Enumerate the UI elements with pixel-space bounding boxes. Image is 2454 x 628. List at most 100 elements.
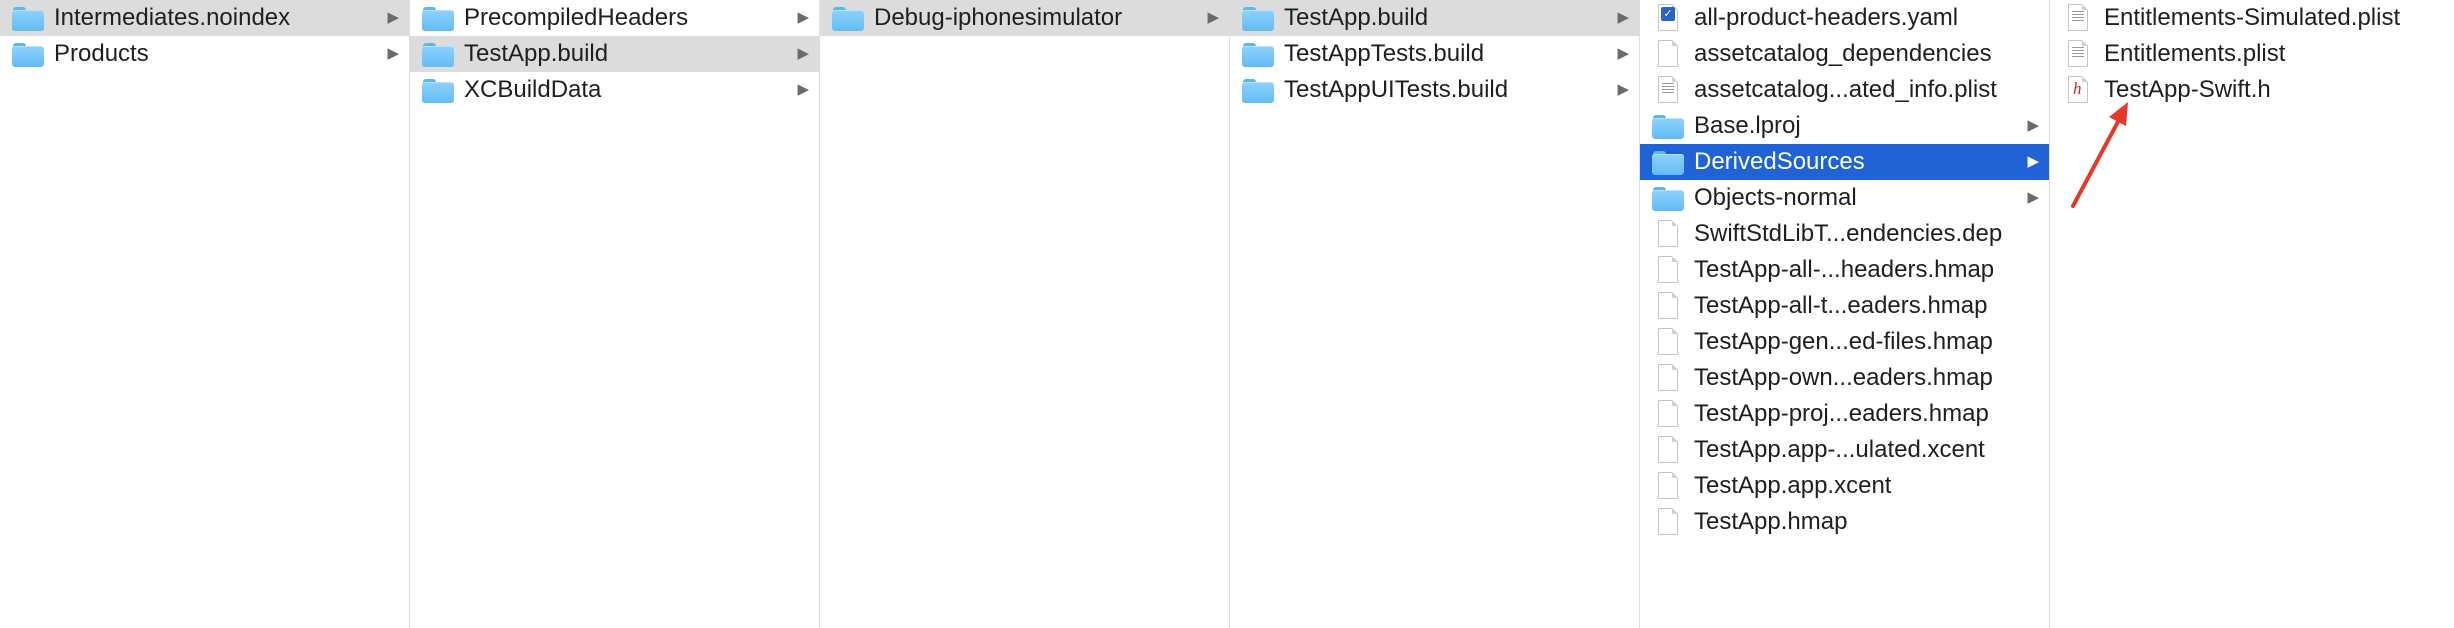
file-row[interactable]: TestApp.app.xcent xyxy=(1640,468,2049,504)
yaml-file-icon: ✓ xyxy=(1652,4,1684,32)
file-row[interactable]: TestApp-own...eaders.hmap xyxy=(1640,360,2049,396)
header-file-icon: h xyxy=(2062,76,2094,104)
plist-file-icon xyxy=(2062,4,2094,32)
item-label: XCBuildData xyxy=(464,76,602,103)
file-row[interactable]: TestApp-gen...ed-files.hmap xyxy=(1640,324,2049,360)
disclosure-chevron-icon: ▶ xyxy=(1617,9,1629,26)
folder-icon xyxy=(422,41,454,67)
folder-icon xyxy=(1242,5,1274,31)
item-label: assetcatalog...ated_info.plist xyxy=(1694,76,1997,103)
folder-icon xyxy=(1242,41,1274,67)
column-6[interactable]: Entitlements-Simulated.plist Entitlements… xyxy=(2050,0,2454,628)
item-label: PrecompiledHeaders xyxy=(464,4,689,31)
file-row[interactable]: assetcatalog...ated_info.plist xyxy=(1640,72,2049,108)
column-1[interactable]: Intermediates.noindex ▶ Products ▶ xyxy=(0,0,410,628)
item-label: TestApp.hmap xyxy=(1694,508,1848,535)
disclosure-chevron-icon: ▶ xyxy=(797,9,809,26)
folder-row[interactable]: Products ▶ xyxy=(0,36,409,72)
disclosure-chevron-icon: ▶ xyxy=(797,45,809,62)
file-row[interactable]: assetcatalog_dependencies xyxy=(1640,36,2049,72)
item-label: Objects-normal xyxy=(1694,184,1857,211)
document-icon xyxy=(1652,472,1684,500)
column-2[interactable]: PrecompiledHeaders ▶ TestApp.build ▶ XCBuild… xyxy=(410,0,820,628)
document-icon xyxy=(1652,220,1684,248)
folder-icon xyxy=(832,5,864,31)
file-row[interactable]: TestApp-all-t...eaders.hmap xyxy=(1640,288,2049,324)
file-row[interactable]: TestApp-proj...eaders.hmap xyxy=(1640,396,2049,432)
disclosure-chevron-icon: ▶ xyxy=(2027,153,2039,170)
folder-row[interactable]: Objects-normal ▶ xyxy=(1640,180,2049,216)
column-4[interactable]: TestApp.build ▶ TestAppTests.build ▶ TestApp… xyxy=(1230,0,1640,628)
file-row[interactable]: Entitlements-Simulated.plist xyxy=(2050,0,2454,36)
item-label: TestApp-all-t...eaders.hmap xyxy=(1694,292,1988,319)
folder-icon xyxy=(1652,113,1684,139)
disclosure-chevron-icon: ▶ xyxy=(387,45,399,62)
item-label: TestApp.build xyxy=(1284,4,1429,31)
item-label: TestApp-all-...headers.hmap xyxy=(1694,256,1995,283)
disclosure-chevron-icon: ▶ xyxy=(1617,45,1629,62)
disclosure-chevron-icon: ▶ xyxy=(797,81,809,98)
folder-row[interactable]: Debug-iphonesimulator ▶ xyxy=(820,0,1229,36)
folder-icon xyxy=(1652,185,1684,211)
document-icon xyxy=(1652,364,1684,392)
disclosure-chevron-icon: ▶ xyxy=(2027,189,2039,206)
document-icon xyxy=(1652,256,1684,284)
file-row[interactable]: TestApp-all-...headers.hmap xyxy=(1640,252,2049,288)
folder-icon xyxy=(422,5,454,31)
document-icon xyxy=(1652,400,1684,428)
disclosure-chevron-icon: ▶ xyxy=(2027,117,2039,134)
item-label: SwiftStdLibT...endencies.dep xyxy=(1694,220,2003,247)
disclosure-chevron-icon: ▶ xyxy=(387,9,399,26)
folder-icon xyxy=(1652,149,1684,175)
item-label: assetcatalog_dependencies xyxy=(1694,40,1992,67)
column-browser: Intermediates.noindex ▶ Products ▶ Precompi… xyxy=(0,0,2454,628)
folder-icon xyxy=(12,41,44,67)
document-icon xyxy=(1652,508,1684,536)
folder-row[interactable]: Base.lproj ▶ xyxy=(1640,108,2049,144)
folder-row[interactable]: PrecompiledHeaders ▶ xyxy=(410,0,819,36)
file-row[interactable]: ✓ all-product-headers.yaml xyxy=(1640,0,2049,36)
item-label: Products xyxy=(54,40,149,67)
item-label: Base.lproj xyxy=(1694,112,1801,139)
item-label: TestApp-proj...eaders.hmap xyxy=(1694,400,1989,427)
item-label: TestAppTests.build xyxy=(1284,40,1485,67)
plist-file-icon xyxy=(1652,76,1684,104)
file-row[interactable]: SwiftStdLibT...endencies.dep xyxy=(1640,216,2049,252)
folder-row[interactable]: TestApp.build ▶ xyxy=(1230,0,1639,36)
folder-icon xyxy=(12,5,44,31)
file-row[interactable]: h TestApp-Swift.h xyxy=(2050,72,2454,108)
item-label: all-product-headers.yaml xyxy=(1694,4,1959,31)
item-label: TestApp-Swift.h xyxy=(2104,76,2271,103)
folder-icon xyxy=(422,77,454,103)
item-label: TestAppUITests.build xyxy=(1284,76,1509,103)
item-label: DerivedSources xyxy=(1694,148,1865,175)
folder-row[interactable]: XCBuildData ▶ xyxy=(410,72,819,108)
folder-icon xyxy=(1242,77,1274,103)
file-row[interactable]: TestApp.app-...ulated.xcent xyxy=(1640,432,2049,468)
file-row[interactable]: TestApp.hmap xyxy=(1640,504,2049,540)
document-icon xyxy=(1652,292,1684,320)
file-row[interactable]: Entitlements.plist xyxy=(2050,36,2454,72)
item-label: TestApp.app.xcent xyxy=(1694,472,1892,499)
item-label: Entitlements-Simulated.plist xyxy=(2104,4,2401,31)
item-label: Intermediates.noindex xyxy=(54,4,291,31)
item-label: Entitlements.plist xyxy=(2104,40,2286,67)
disclosure-chevron-icon: ▶ xyxy=(1207,9,1219,26)
folder-row[interactable]: TestAppUITests.build ▶ xyxy=(1230,72,1639,108)
folder-row[interactable]: TestApp.build ▶ xyxy=(410,36,819,72)
folder-row[interactable]: Intermediates.noindex ▶ xyxy=(0,0,409,36)
item-label: TestApp.app-...ulated.xcent xyxy=(1694,436,1985,463)
column-5[interactable]: ✓ all-product-headers.yaml assetcatalog_de… xyxy=(1640,0,2050,628)
plist-file-icon xyxy=(2062,40,2094,68)
column-3[interactable]: Debug-iphonesimulator ▶ xyxy=(820,0,1230,628)
item-label: TestApp-gen...ed-files.hmap xyxy=(1694,328,1993,355)
folder-row[interactable]: TestAppTests.build ▶ xyxy=(1230,36,1639,72)
item-label: TestApp-own...eaders.hmap xyxy=(1694,364,1993,391)
document-icon xyxy=(1652,436,1684,464)
item-label: Debug-iphonesimulator xyxy=(874,4,1123,31)
folder-row[interactable]: DerivedSources ▶ xyxy=(1640,144,2049,180)
item-label: TestApp.build xyxy=(464,40,609,67)
document-icon xyxy=(1652,328,1684,356)
disclosure-chevron-icon: ▶ xyxy=(1617,81,1629,98)
document-icon xyxy=(1652,40,1684,68)
